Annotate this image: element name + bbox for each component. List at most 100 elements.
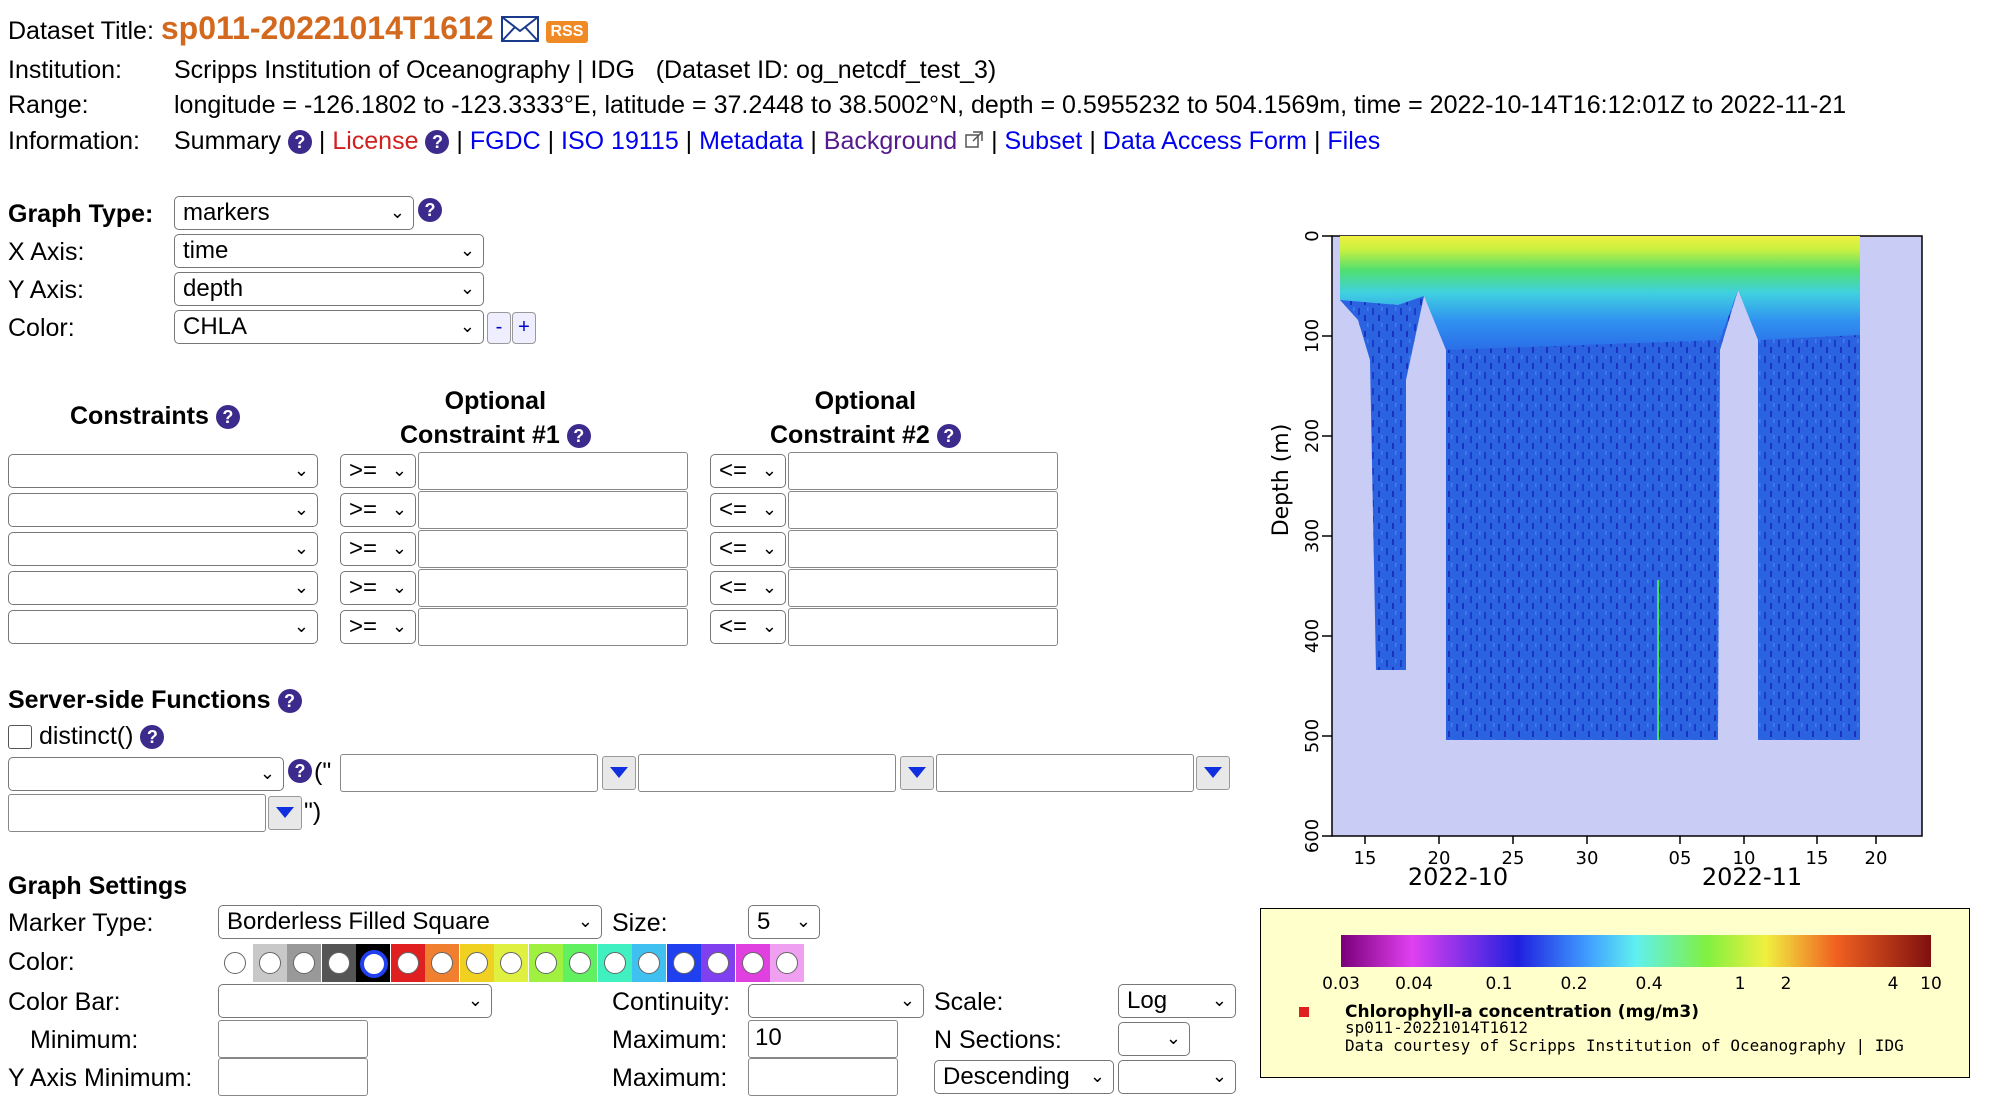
constraint-2-value-input[interactable] bbox=[788, 608, 1058, 646]
function-arg-2-input[interactable] bbox=[638, 754, 896, 792]
color-bar-select[interactable]: ⌄ bbox=[218, 984, 492, 1018]
color-variable-select[interactable]: CHLA ⌄ bbox=[174, 310, 484, 344]
color-swatch[interactable] bbox=[632, 944, 666, 982]
color-swatch[interactable] bbox=[528, 944, 563, 982]
color-swatch[interactable] bbox=[459, 944, 494, 982]
constraints-help-icon[interactable]: ? bbox=[215, 405, 240, 430]
color-radio[interactable] bbox=[569, 952, 591, 974]
color-radio[interactable] bbox=[465, 952, 488, 974]
graph-type-help-icon[interactable]: ? bbox=[418, 198, 442, 222]
constraint-2-operator-select[interactable]: <= ⌄ bbox=[710, 532, 786, 566]
constraint-1-value-input[interactable] bbox=[418, 530, 688, 568]
rss-icon[interactable]: RSS bbox=[545, 21, 589, 44]
constraint-1-value-input[interactable] bbox=[418, 608, 688, 646]
constraint-1-operator-select[interactable]: >= ⌄ bbox=[340, 493, 416, 527]
constraint-2-value-input[interactable] bbox=[788, 452, 1058, 490]
constraint-variable-select[interactable]: ⌄ bbox=[8, 610, 318, 644]
server-function-select[interactable]: ⌄ bbox=[8, 757, 284, 791]
constraint-2-operator-select[interactable]: <= ⌄ bbox=[710, 454, 786, 488]
color-min-input[interactable] bbox=[218, 1020, 368, 1058]
graph-type-select[interactable]: markers ⌄ bbox=[174, 196, 414, 230]
function-arg-4-dropdown[interactable] bbox=[268, 796, 302, 830]
scale-select[interactable]: Log ⌄ bbox=[1118, 984, 1236, 1018]
constraint-2-value-input[interactable] bbox=[788, 530, 1058, 568]
constraint-1-operator-select[interactable]: >= ⌄ bbox=[340, 571, 416, 605]
constraint-1-value-input[interactable] bbox=[418, 452, 688, 490]
color-max-input[interactable]: 10 bbox=[748, 1020, 898, 1058]
distinct-checkbox[interactable] bbox=[8, 725, 32, 750]
color-swatch[interactable] bbox=[287, 944, 321, 982]
y-axis-scale-select[interactable]: ⌄ bbox=[1118, 1060, 1236, 1094]
license-help-icon[interactable]: ? bbox=[425, 130, 450, 155]
constraint-variable-select[interactable]: ⌄ bbox=[8, 454, 318, 488]
constraint-2-value-input[interactable] bbox=[788, 569, 1058, 607]
remove-variable-button[interactable]: - bbox=[487, 312, 511, 344]
constraint-1-operator-select[interactable]: >= ⌄ bbox=[340, 532, 416, 566]
background-link[interactable]: Background bbox=[824, 127, 957, 155]
marker-type-select[interactable]: Borderless Filled Square ⌄ bbox=[218, 905, 602, 939]
marker-size-select[interactable]: 5 ⌄ bbox=[748, 905, 820, 939]
color-radio[interactable] bbox=[360, 950, 388, 978]
color-swatch[interactable] bbox=[252, 944, 287, 982]
color-radio[interactable] bbox=[672, 952, 695, 974]
constraint-2-operator-select[interactable]: <= ⌄ bbox=[710, 610, 786, 644]
y-axis-order-select[interactable]: Descending ⌄ bbox=[934, 1060, 1114, 1094]
color-swatch[interactable] bbox=[563, 944, 597, 982]
fgdc-link[interactable]: FGDC bbox=[470, 127, 541, 155]
y-axis-min-input[interactable] bbox=[218, 1058, 368, 1096]
email-icon[interactable] bbox=[500, 15, 539, 49]
server-function-help-icon[interactable]: ? bbox=[288, 759, 312, 783]
data-access-form-link[interactable]: Data Access Form bbox=[1103, 127, 1307, 155]
color-swatch[interactable] bbox=[356, 944, 390, 982]
constraint-2-operator-select[interactable]: <= ⌄ bbox=[710, 571, 786, 605]
y-axis-max-input[interactable] bbox=[748, 1058, 898, 1096]
constraint-variable-select[interactable]: ⌄ bbox=[8, 532, 318, 566]
constraint-1-operator-select[interactable]: >= ⌄ bbox=[340, 454, 416, 488]
continuity-select[interactable]: ⌄ bbox=[748, 984, 924, 1018]
color-radio[interactable] bbox=[603, 952, 626, 974]
constraint-1-help-icon[interactable]: ? bbox=[566, 424, 591, 449]
function-arg-4-input[interactable] bbox=[8, 794, 266, 832]
color-radio[interactable] bbox=[293, 952, 315, 974]
metadata-link[interactable]: Metadata bbox=[699, 127, 803, 155]
color-swatch[interactable] bbox=[218, 944, 252, 982]
function-arg-3-dropdown[interactable] bbox=[1196, 756, 1230, 790]
constraint-variable-select[interactable]: ⌄ bbox=[8, 493, 318, 527]
iso-link[interactable]: ISO 19115 bbox=[561, 127, 679, 155]
color-radio[interactable] bbox=[500, 952, 522, 974]
constraint-2-value-input[interactable] bbox=[788, 491, 1058, 529]
constraint-1-operator-select[interactable]: >= ⌄ bbox=[340, 610, 416, 644]
color-swatch[interactable] bbox=[321, 944, 356, 982]
n-sections-select[interactable]: ⌄ bbox=[1118, 1022, 1190, 1056]
constraint-2-operator-select[interactable]: <= ⌄ bbox=[710, 493, 786, 527]
server-functions-help-icon[interactable]: ? bbox=[277, 689, 302, 714]
function-arg-2-dropdown[interactable] bbox=[900, 756, 934, 790]
y-axis-select[interactable]: depth ⌄ bbox=[174, 272, 484, 306]
color-radio[interactable] bbox=[707, 952, 729, 974]
color-swatch[interactable] bbox=[390, 944, 425, 982]
distinct-help-icon[interactable]: ? bbox=[140, 725, 165, 750]
constraint-1-value-input[interactable] bbox=[418, 569, 688, 607]
color-radio[interactable] bbox=[741, 952, 764, 974]
function-arg-1-dropdown[interactable] bbox=[602, 756, 636, 790]
color-radio[interactable] bbox=[258, 952, 281, 974]
graph-image[interactable]: 0 100 200 300 400 500 600 Depth (m) 15 20 25 30 05… bbox=[1258, 210, 1992, 891]
color-radio[interactable] bbox=[396, 952, 419, 974]
function-arg-1-input[interactable] bbox=[340, 754, 598, 792]
color-radio[interactable] bbox=[534, 952, 557, 974]
license-link[interactable]: License bbox=[332, 127, 418, 155]
color-swatch[interactable] bbox=[425, 944, 459, 982]
color-swatch[interactable] bbox=[735, 944, 770, 982]
color-swatch[interactable] bbox=[494, 944, 528, 982]
constraint-variable-select[interactable]: ⌄ bbox=[8, 571, 318, 605]
color-radio[interactable] bbox=[638, 952, 660, 974]
function-arg-3-input[interactable] bbox=[936, 754, 1194, 792]
color-radio[interactable] bbox=[431, 952, 453, 974]
color-swatch[interactable] bbox=[597, 944, 632, 982]
color-swatch[interactable] bbox=[770, 944, 804, 982]
summary-help-icon[interactable]: ? bbox=[287, 130, 312, 155]
constraint-1-value-input[interactable] bbox=[418, 491, 688, 529]
color-swatch[interactable] bbox=[666, 944, 701, 982]
color-swatch[interactable] bbox=[701, 944, 735, 982]
files-link[interactable]: Files bbox=[1327, 127, 1380, 155]
